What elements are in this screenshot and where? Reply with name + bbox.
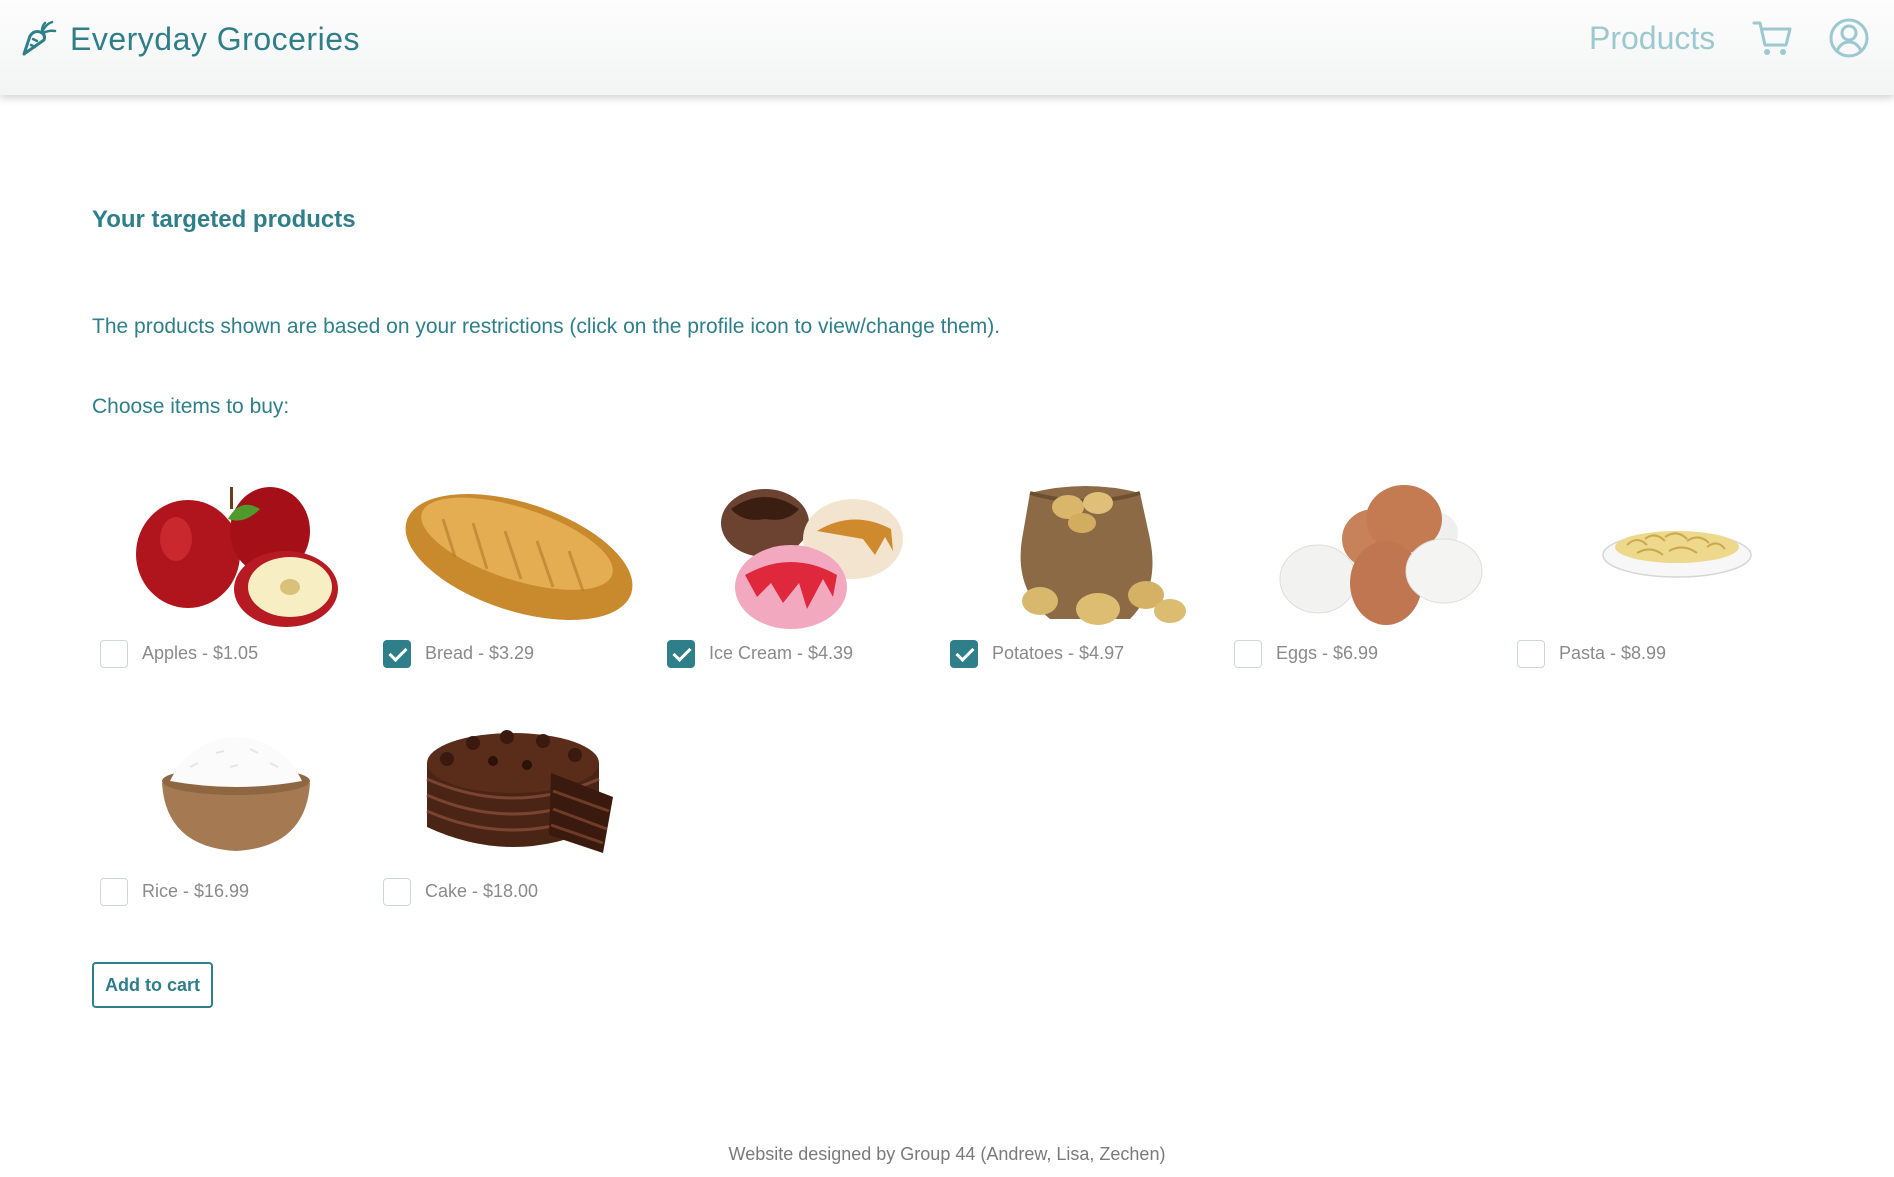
apples-image <box>136 487 338 627</box>
product-item-potatoes: Potatoes - $4.97 <box>942 479 1225 669</box>
cake-label: Cake - $18.00 <box>425 881 539 901</box>
eggs-label: Eggs - $6.99 <box>1276 643 1379 663</box>
nav-products-link[interactable]: Products <box>1589 20 1715 57</box>
product-item-apples: Apples - $1.05 <box>92 479 375 669</box>
bread-label: Bread - $3.29 <box>425 643 535 663</box>
ice-cream-image <box>721 489 903 629</box>
potatoes-image <box>1020 486 1186 625</box>
potatoes-checkbox[interactable] <box>950 640 978 668</box>
rice-checkbox[interactable] <box>100 878 128 906</box>
cake-checkbox[interactable] <box>383 878 411 906</box>
potatoes-label: Potatoes - $4.97 <box>992 643 1125 663</box>
ice-cream-label: Ice Cream - $4.39 <box>709 643 854 663</box>
product-item-bread: Bread - $3.29 <box>375 479 658 669</box>
carrot-logo-icon <box>22 20 57 56</box>
product-item-ice-cream: Ice Cream - $4.39 <box>659 479 942 669</box>
product-item-rice: Rice - $16.99 <box>92 717 375 907</box>
restrictions-description: The products shown are based on your res… <box>92 315 1001 338</box>
product-item-cake: Cake - $18.00 <box>375 717 658 907</box>
pasta-label: Pasta - $8.99 <box>1559 643 1667 663</box>
pasta-checkbox[interactable] <box>1517 640 1545 668</box>
brand[interactable]: Everyday Groceries <box>16 18 360 60</box>
pasta-image <box>1602 531 1752 578</box>
eggs-image <box>1279 485 1483 625</box>
apples-checkbox[interactable] <box>100 640 128 668</box>
bread-image <box>405 494 633 620</box>
product-item-eggs: Eggs - $6.99 <box>1226 479 1509 669</box>
ice-cream-checkbox[interactable] <box>667 640 695 668</box>
profile-icon[interactable] <box>1828 17 1870 59</box>
footer-credits: Website designed by Group 44 (Andrew, Li… <box>728 1144 1166 1164</box>
top-navbar: Everyday Groceries Products <box>0 0 1894 95</box>
bread-checkbox[interactable] <box>383 640 411 668</box>
rice-label: Rice - $16.99 <box>142 881 250 901</box>
cake-image <box>426 730 613 853</box>
apples-label: Apples - $1.05 <box>142 643 259 663</box>
product-item-pasta: Pasta - $8.99 <box>1509 479 1792 669</box>
brand-name: Everyday Groceries <box>70 20 360 57</box>
eggs-checkbox[interactable] <box>1234 640 1262 668</box>
choose-items-label: Choose items to buy: <box>92 395 290 418</box>
cart-icon[interactable] <box>1752 17 1794 59</box>
rice-image <box>162 737 310 851</box>
add-to-cart-button[interactable]: Add to cart <box>92 962 213 1008</box>
page-title: Your targeted products <box>92 206 356 233</box>
